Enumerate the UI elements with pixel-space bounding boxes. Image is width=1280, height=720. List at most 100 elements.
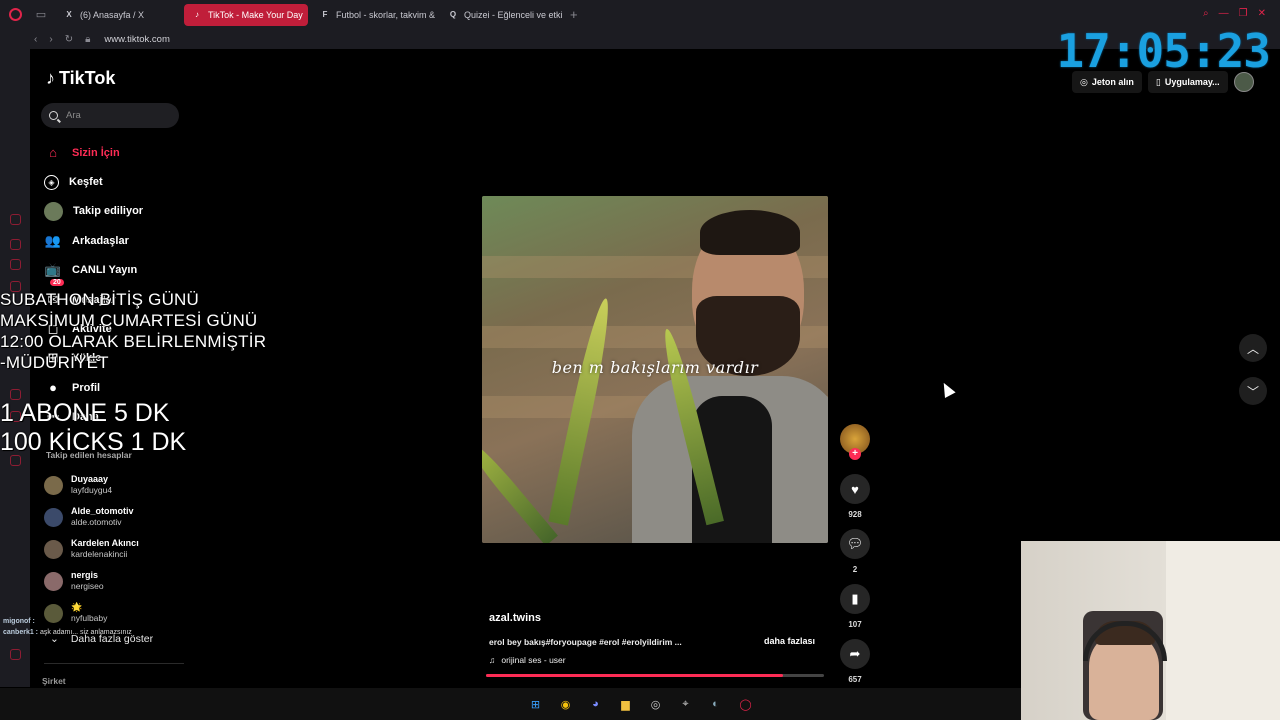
heart-icon[interactable]: ♥ <box>840 474 870 504</box>
forward-icon[interactable]: › <box>49 34 52 45</box>
tiktok-logo[interactable]: ♪ TikTok <box>46 68 115 89</box>
steam-icon[interactable]: ◐ <box>706 694 726 714</box>
chat-message: canberk1 : aşk adamı... siz anlamazsınız <box>3 627 132 638</box>
following-account[interactable]: Duyaaay layfduygu4 <box>44 469 139 501</box>
video-player[interactable]: ben m bakışlarım vardır <box>482 196 828 543</box>
opera-icon[interactable]: ◯ <box>736 694 756 714</box>
file-explorer-icon[interactable]: ▆ <box>616 694 636 714</box>
chevron-up-icon: ︿ <box>1246 341 1259 356</box>
windows-start-icon[interactable]: ⊞ <box>526 694 546 714</box>
search-box[interactable] <box>41 103 179 128</box>
maximize-button[interactable]: ❐ <box>1239 8 1248 19</box>
opera-logo-icon[interactable] <box>0 0 30 29</box>
minimize-button[interactable]: — <box>1219 8 1229 19</box>
following-avatar-icon <box>44 201 63 221</box>
next-video-button[interactable]: ﹀ <box>1239 377 1267 405</box>
like-action[interactable]: ♥ 928 <box>840 474 870 519</box>
video-author[interactable]: azal.twins <box>489 612 541 624</box>
chat-user: migonof : <box>3 618 35 625</box>
music-note-icon: ♫ <box>489 655 496 665</box>
tab-favicon-icon: ♪ <box>195 10 199 19</box>
browser-tab[interactable]: Q Quizei - Eğlenceli ve etki <box>440 4 564 26</box>
following-account[interactable]: nergis nergiseo <box>44 565 139 597</box>
sidebar-item[interactable]: 👥 Arkadaşlar <box>44 226 143 255</box>
account-name: nergis <box>71 570 99 580</box>
announcement-line: -MÜDÜRİYET <box>0 353 109 372</box>
like-count: 928 <box>848 510 862 519</box>
sidebar-item-label: Profil <box>72 381 101 394</box>
search-icon[interactable]: ⌕ <box>1203 8 1209 19</box>
announcement-line: SUBATHON BİTİŞ GÜNÜ <box>0 290 200 309</box>
tab-label: Quizei - Eğlenceli ve etki <box>464 9 563 20</box>
comment-action[interactable]: 💬︎ 2 <box>840 529 870 574</box>
account-name: Kardelen Akıncı <box>71 538 139 548</box>
live-icon: 📺 <box>44 262 62 278</box>
friends-icon: 👥 <box>44 232 62 248</box>
creator-avatar[interactable]: + <box>840 424 870 460</box>
rate-line: 100 KİCKS 1 DK <box>0 428 187 456</box>
sidebar-item-label: Sizin İçin <box>72 146 120 159</box>
avatar <box>44 475 63 495</box>
rail-history-icon[interactable] <box>10 214 21 225</box>
previous-video-button[interactable]: ︿ <box>1239 334 1267 362</box>
share-action[interactable]: ➦ 657 <box>840 639 870 684</box>
browser-tab[interactable]: X (6) Anasayfa / X <box>56 4 180 26</box>
music-label: orijinal ses - user <box>501 655 566 665</box>
rail-more-icon[interactable] <box>10 649 21 660</box>
follow-plus-icon[interactable]: + <box>849 448 861 460</box>
get-app-button[interactable]: ▯ Uygulamay... <box>1147 71 1228 93</box>
lock-icon: 🔒︎ <box>85 33 91 45</box>
tab-favicon-icon: Q <box>449 10 457 19</box>
following-list: Duyaaay layfduygu4 Alde_otomotiv alde.otomo… <box>44 469 139 629</box>
chrome-icon[interactable]: ◉ <box>556 694 576 714</box>
coin-icon: ◎ <box>1080 76 1088 87</box>
window-controls: ⌕ — ❐ ✕ <box>1203 8 1266 19</box>
windows-taskbar: ⊞ ◉ ◕ ▆ ◎ ⌖ ◐ ◯ <box>0 688 1021 720</box>
avatar <box>44 571 63 591</box>
url-field[interactable]: www.tiktok.com <box>104 34 169 45</box>
tab-label: (6) Anasayfa / X <box>80 9 145 20</box>
sidebar-item[interactable]: Takip ediliyor <box>44 197 143 226</box>
account-name: Duyaaay <box>71 474 109 484</box>
profile-icon: ● <box>49 380 57 396</box>
company-link[interactable]: Şirket <box>42 676 66 686</box>
map-pin-icon[interactable]: ⌖ <box>676 694 696 714</box>
tab-favicon-icon: X <box>66 10 72 19</box>
sidebar-nav: ⌂ Sizin İçin ◈ Keşfet Takip ediliyor 👥 Arkadaş… <box>44 138 143 432</box>
get-coins-button[interactable]: ◎ Jeton alın <box>1072 71 1142 93</box>
video-progress-bar[interactable] <box>486 674 824 677</box>
close-button[interactable]: ✕ <box>1258 8 1266 19</box>
video-music[interactable]: ♫ orijinal ses - user <box>489 655 566 665</box>
save-count: 107 <box>848 620 862 629</box>
save-action[interactable]: ▮ 107 <box>840 584 870 629</box>
see-more-link[interactable]: daha fazlası <box>764 636 815 646</box>
browser-tab[interactable]: F Futbol - skorlar, takvim & <box>312 4 436 26</box>
share-icon[interactable]: ➦ <box>840 639 870 669</box>
subathon-rates: 1 ABONE 5 DK 100 KİCKS 1 DK <box>0 399 186 457</box>
tiktok-note-icon: ♪ <box>46 68 55 88</box>
avatar <box>44 539 63 559</box>
bookmark-icon[interactable]: ▮ <box>840 584 870 614</box>
back-icon[interactable]: ‹ <box>34 34 37 45</box>
following-account[interactable]: Alde_otomotiv alde.otomotiv <box>44 501 139 533</box>
phone-icon: ▯ <box>1155 76 1161 87</box>
user-avatar[interactable] <box>1233 72 1254 92</box>
browser-tab[interactable]: ♪ TikTok - Make Your Day <box>184 3 308 26</box>
obs-icon[interactable]: ◎ <box>646 694 666 714</box>
following-account[interactable]: Kardelen Akıncı kardelenakincii <box>44 533 139 565</box>
workspaces-icon[interactable]: ▭ <box>30 0 52 29</box>
rail-whatsapp-icon[interactable] <box>10 259 21 270</box>
reload-icon[interactable]: ↻ <box>65 34 73 45</box>
sidebar-item-label: Keşfet <box>69 176 103 189</box>
chat-text: aşk adamı... siz anlamazsınız <box>39 629 132 636</box>
account-name: 🌟 <box>71 602 83 612</box>
search-input[interactable] <box>66 110 166 121</box>
sidebar-item[interactable]: ⌂ Sizin İçin <box>44 138 143 167</box>
new-tab-button[interactable]: + <box>570 7 578 22</box>
announcement-line: 12:00 OLARAK BELİRLENMİŞTİR <box>0 332 267 351</box>
sidebar-item[interactable]: ◈ Keşfet <box>44 167 143 196</box>
rail-messenger-icon[interactable] <box>10 239 21 250</box>
comment-icon[interactable]: 💬︎ <box>840 529 870 559</box>
discord-icon[interactable]: ◕ <box>586 694 606 714</box>
divider <box>44 663 184 664</box>
